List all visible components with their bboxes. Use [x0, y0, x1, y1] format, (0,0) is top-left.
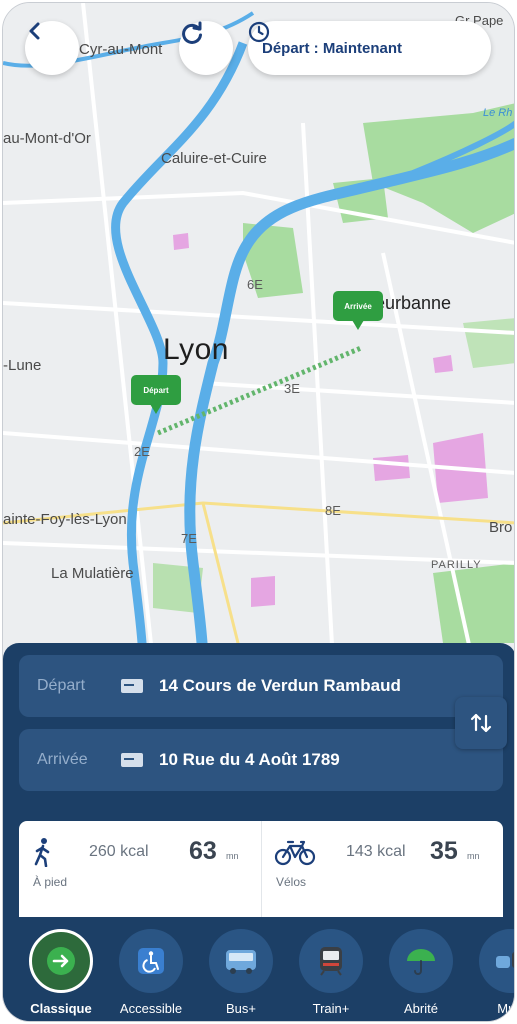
map-label-ste-foy: ainte-Foy-lès-Lyon [3, 511, 127, 528]
tab-abrite-label: Abrité [404, 1001, 438, 1016]
bicycle-mode-label: Vélos [276, 875, 307, 889]
map-label-2e: 2E [134, 444, 150, 459]
map-label-mulatiere: La Mulatière [51, 565, 134, 582]
result-bicycle[interactable]: 143 kcal 35 mn Vélos [261, 821, 503, 917]
map[interactable]: Cyr-au-Mont Gr Pape au-Mont-d'Or Caluire… [3, 3, 514, 663]
map-label-parilly: PARILLY [431, 559, 482, 571]
map-label-caluire: Caluire-et-Cuire [161, 150, 267, 167]
tab-accessible-label: Accessible [119, 1001, 183, 1016]
bus-icon [226, 950, 256, 974]
tab-accessible[interactable]: Accessible [107, 929, 195, 1016]
walking-icon [34, 838, 50, 867]
map-label-8e: 8E [325, 503, 341, 518]
umbrella-icon [407, 949, 435, 975]
address-card-icon [121, 753, 143, 767]
tab-multi-circle [479, 929, 514, 993]
tab-classique-label: Classique [30, 1001, 92, 1016]
tab-train[interactable]: Train+ [287, 929, 375, 1016]
result-walking[interactable]: 260 kcal 63 mn À pied [19, 821, 261, 917]
map-label-lyon: Lyon [163, 333, 229, 366]
map-label-3e: 3E [284, 381, 300, 396]
start-pin[interactable]: Départ [131, 375, 181, 414]
tab-abrite[interactable]: Abrité [377, 929, 465, 1016]
arrival-field-value: 10 Rue du 4 Août 1789 [159, 750, 340, 769]
train-icon [320, 947, 342, 976]
route-mode-tabs: Classique Accessible Bus+ Train+ Abrité … [3, 921, 515, 1021]
departure-time-button[interactable]: Départ : Maintenant [248, 21, 491, 75]
bicycle-unit: mn [467, 851, 480, 861]
phone-screen: Cyr-au-Mont Gr Pape au-Mont-d'Or Caluire… [2, 2, 515, 1022]
map-label-lune: -Lune [3, 357, 42, 374]
bicycle-icon [274, 840, 316, 866]
arrival-field-label: Arrivée [37, 751, 88, 768]
refresh-icon [182, 21, 202, 44]
multimodal-icon [496, 952, 514, 968]
route-results: 260 kcal 63 mn À pied 143 kcal 35 mn Vél… [19, 821, 503, 917]
walking-unit: mn [226, 851, 239, 861]
tab-classique-circle [29, 929, 93, 993]
back-button[interactable] [25, 21, 79, 75]
walking-mode-label: À pied [33, 875, 68, 889]
departure-field-value: 14 Cours de Verdun Rambaud [159, 676, 401, 695]
address-card-icon [121, 679, 143, 693]
tab-train-circle [299, 929, 363, 993]
walking-minutes: 63 [189, 837, 217, 865]
refresh-button[interactable] [179, 21, 233, 75]
clock-icon [248, 21, 270, 43]
tab-multi[interactable]: Multi [467, 929, 515, 1016]
tab-multi-label: Multi [497, 1001, 515, 1016]
map-label-7e: 7E [181, 531, 197, 546]
tab-accessible-circle [119, 929, 183, 993]
wheelchair-icon [138, 948, 164, 974]
map-label-rhone: Le Rh [483, 107, 513, 119]
map-label-6e: 6E [247, 277, 263, 292]
bicycle-kcal: 143 kcal [346, 843, 406, 860]
tab-classique[interactable]: Classique [17, 929, 105, 1016]
end-pin[interactable]: Arrivée [333, 291, 383, 330]
tab-bus-label: Bus+ [226, 1001, 256, 1016]
tab-train-label: Train+ [312, 1001, 350, 1016]
departure-time-label: Départ : Maintenant [262, 39, 403, 57]
walking-kcal: 260 kcal [89, 843, 149, 860]
tab-abrite-circle [389, 929, 453, 993]
chevron-left-icon [29, 22, 40, 40]
tab-bus[interactable]: Bus+ [197, 929, 285, 1016]
map-label-villeurbanne: eurbanne [375, 293, 452, 313]
map-label-saint-cyr: Cyr-au-Mont [79, 41, 163, 58]
departure-field[interactable]: Départ 14 Cours de Verdun Rambaud [19, 655, 503, 717]
bicycle-minutes: 35 [430, 837, 458, 865]
arrow-right-icon [47, 947, 75, 975]
map-label-mont-dor: au-Mont-d'Or [3, 130, 91, 147]
end-pin-label: Arrivée [344, 301, 372, 311]
map-label-bron: Bro [489, 519, 513, 536]
swap-arrows-icon [470, 713, 492, 733]
start-pin-label: Départ [143, 385, 169, 395]
departure-field-label: Départ [37, 677, 86, 694]
tab-bus-circle [209, 929, 273, 993]
swap-addresses-button[interactable] [455, 697, 507, 749]
arrival-field[interactable]: Arrivée 10 Rue du 4 Août 1789 [19, 729, 503, 791]
